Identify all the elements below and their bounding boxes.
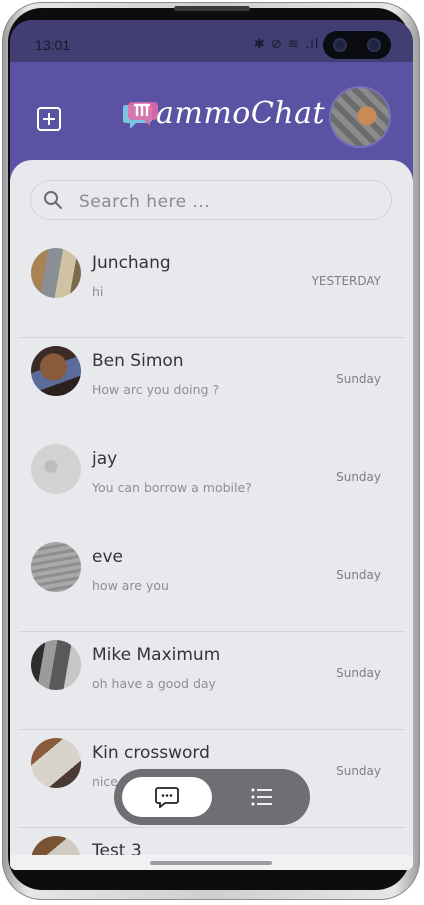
message-preview: You can borrow a mobile? xyxy=(92,480,252,495)
new-chat-icon[interactable] xyxy=(37,107,61,131)
camera-lens xyxy=(333,38,347,52)
earpiece-speaker xyxy=(174,6,250,11)
chat-item[interactable]: Junchang hi YESTERDAY xyxy=(10,240,413,338)
contact-avatar xyxy=(31,542,81,592)
tab-chats[interactable] xyxy=(122,777,212,817)
search-bar[interactable] xyxy=(30,180,392,220)
message-time: Sunday xyxy=(336,666,381,680)
list-icon xyxy=(251,788,272,806)
bottom-nav xyxy=(114,769,310,825)
message-time: YESTERDAY xyxy=(311,274,381,288)
contact-avatar xyxy=(31,346,81,396)
contact-name: eve xyxy=(92,547,123,567)
message-time: Sunday xyxy=(336,568,381,582)
contact-name: jay xyxy=(92,449,118,469)
chat-item[interactable]: jay You can borrow a mobile? Sunday xyxy=(10,436,413,534)
contact-avatar xyxy=(31,640,81,690)
profile-avatar[interactable] xyxy=(331,88,389,146)
app-header: ammoChat xyxy=(10,62,413,162)
contact-name: Kin crossword xyxy=(92,743,210,763)
chat-bubble-icon xyxy=(155,787,179,808)
message-preview: how are you xyxy=(92,578,169,593)
search-icon xyxy=(44,191,62,209)
status-icons: ✱ ⊘ ≋ .ıl 7 xyxy=(254,37,334,52)
message-time: Sunday xyxy=(336,372,381,386)
camera-lens xyxy=(367,38,381,52)
contact-avatar xyxy=(31,738,81,788)
message-preview: How arc you doing ? xyxy=(92,382,220,397)
contact-avatar xyxy=(31,444,81,494)
home-indicator[interactable] xyxy=(150,861,272,865)
message-preview: oh have a good day xyxy=(92,676,216,691)
camera-cutout xyxy=(323,31,391,59)
contact-avatar xyxy=(31,248,81,298)
status-bar: 13:01 ✱ ⊘ ≋ .ıl 7 xyxy=(10,20,413,62)
contact-name: Junchang xyxy=(92,253,171,273)
chat-item[interactable]: Mike Maximum oh have a good day Sunday xyxy=(10,632,413,730)
chat-item[interactable]: Ben Simon How arc you doing ? Sunday xyxy=(10,338,413,436)
app-logo-text: ammoChat xyxy=(156,96,326,131)
search-input[interactable] xyxy=(77,187,381,217)
contact-name: Mike Maximum xyxy=(92,645,221,665)
app-logo-icon xyxy=(123,102,158,129)
message-time: Sunday xyxy=(336,764,381,778)
contact-name: Ben Simon xyxy=(92,351,184,371)
tab-list[interactable] xyxy=(224,777,300,817)
message-time: Sunday xyxy=(336,470,381,484)
chat-panel: Junchang hi YESTERDAY Ben Simon How arc … xyxy=(10,160,413,870)
app-screen: 13:01 ✱ ⊘ ≋ .ıl 7 ammoChat Junchan xyxy=(10,20,413,870)
status-time: 13:01 xyxy=(35,37,71,53)
chat-item[interactable]: eve how are you Sunday xyxy=(10,534,413,632)
message-preview: hi xyxy=(92,284,104,299)
